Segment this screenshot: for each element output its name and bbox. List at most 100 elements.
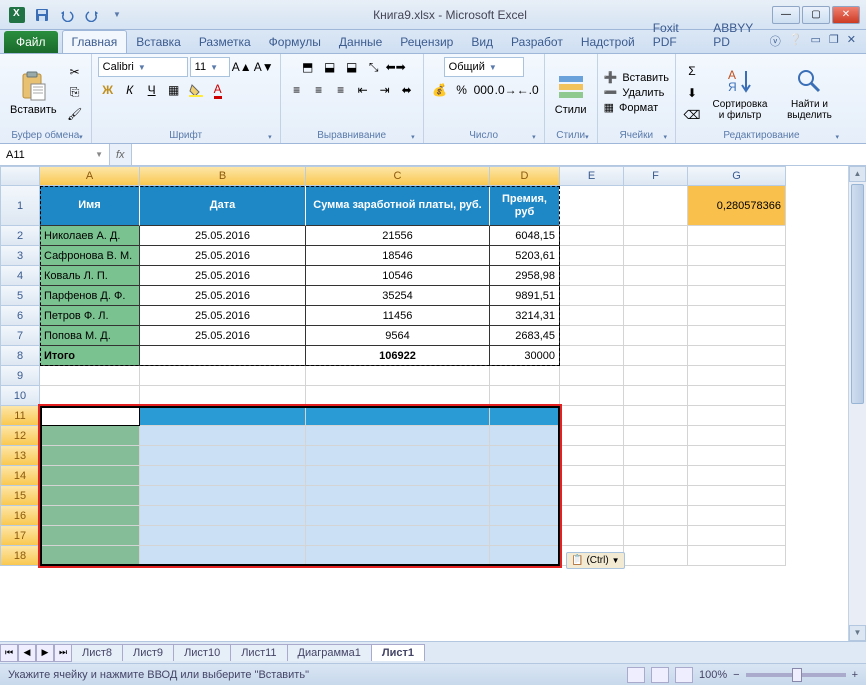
tab-nav-last[interactable]: ⏭ — [54, 644, 72, 662]
col-header-g[interactable]: G — [688, 166, 786, 186]
help-icon[interactable]: ❔ — [789, 33, 803, 49]
tab-nav-prev[interactable]: ◀ — [18, 644, 36, 662]
view-pagebreak-icon[interactable] — [675, 667, 693, 683]
cell-e1[interactable] — [560, 186, 624, 226]
align-center-icon[interactable]: ≡ — [309, 80, 329, 100]
cell-f1[interactable] — [624, 186, 688, 226]
align-bottom-icon[interactable]: ⬓ — [342, 57, 362, 77]
align-right-icon[interactable]: ≡ — [331, 80, 351, 100]
tab-review[interactable]: Рецензир — [391, 31, 462, 53]
italic-button[interactable]: К — [120, 80, 140, 100]
sheet-tab-active[interactable]: Лист1 — [371, 644, 425, 661]
select-all-button[interactable] — [0, 166, 40, 186]
decrease-indent-icon[interactable]: ⇤ — [353, 80, 373, 100]
view-pagelayout-icon[interactable] — [651, 667, 669, 683]
tab-insert[interactable]: Вставка — [127, 31, 190, 53]
col-header-f[interactable]: F — [624, 166, 688, 186]
mdi-close-icon[interactable]: ✕ — [847, 33, 856, 49]
cell-d1[interactable]: Премия, руб — [490, 186, 560, 226]
font-size-combo[interactable]: 11▼ — [190, 57, 230, 77]
row-header-8[interactable]: 8 — [0, 346, 40, 366]
zoom-out-button[interactable]: − — [733, 669, 739, 681]
clear-button[interactable]: ⌫ — [682, 105, 702, 125]
tab-formulas[interactable]: Формулы — [260, 31, 330, 53]
cell-c2[interactable]: 21556 — [306, 226, 490, 246]
row-header-11[interactable]: 11 — [0, 406, 40, 426]
currency-icon[interactable]: 💰 — [430, 80, 450, 100]
close-button[interactable]: ✕ — [832, 6, 860, 24]
cell-a2[interactable]: Николаев А. Д. — [40, 226, 140, 246]
fx-icon[interactable]: fx — [116, 149, 125, 161]
align-left-icon[interactable]: ≡ — [287, 80, 307, 100]
font-name-combo[interactable]: Calibri▼ — [98, 57, 188, 77]
ribbon-minimize-icon[interactable]: ⓥ — [770, 33, 781, 49]
row-header-5[interactable]: 5 — [0, 286, 40, 306]
col-header-c[interactable]: C — [306, 166, 490, 186]
col-header-e[interactable]: E — [560, 166, 624, 186]
tab-nav-next[interactable]: ▶ — [36, 644, 54, 662]
align-middle-icon[interactable]: ⬓ — [320, 57, 340, 77]
row-header-6[interactable]: 6 — [0, 306, 40, 326]
tab-nav-first[interactable]: ⏮ — [0, 644, 18, 662]
cell-a1[interactable]: Имя — [40, 186, 140, 226]
row-header-2[interactable]: 2 — [0, 226, 40, 246]
insert-button[interactable]: ➕Вставить — [604, 71, 669, 84]
sheet-tab[interactable]: Лист10 — [173, 644, 231, 661]
cell-a11-active[interactable] — [40, 406, 140, 426]
tab-foxit[interactable]: Foxit PDF — [644, 17, 704, 53]
view-normal-icon[interactable] — [627, 667, 645, 683]
underline-button[interactable]: Ч — [142, 80, 162, 100]
row-header-10[interactable]: 10 — [0, 386, 40, 406]
row-header-16[interactable]: 16 — [0, 506, 40, 526]
font-color-button[interactable]: A — [208, 80, 228, 100]
increase-decimal-icon[interactable]: .0→ — [496, 80, 516, 100]
sheet-tab[interactable]: Лист11 — [230, 644, 287, 661]
wrap-text-button[interactable]: ⬅➡ — [386, 57, 406, 77]
tab-developer[interactable]: Разработ — [502, 31, 572, 53]
row-header-14[interactable]: 14 — [0, 466, 40, 486]
scroll-up-icon[interactable]: ▲ — [849, 166, 866, 182]
row-header-3[interactable]: 3 — [0, 246, 40, 266]
cell-a8[interactable]: Итого — [40, 346, 140, 366]
cell-g1[interactable]: 0,280578366 — [688, 186, 786, 226]
row-header-17[interactable]: 17 — [0, 526, 40, 546]
app-icon[interactable] — [6, 4, 28, 26]
tab-home[interactable]: Главная — [62, 30, 128, 53]
format-button[interactable]: ▦Формат — [604, 101, 669, 114]
zoom-slider[interactable] — [746, 673, 846, 677]
copy-button[interactable]: ⎘ — [65, 83, 85, 103]
cell-b2[interactable]: 25.05.2016 — [140, 226, 306, 246]
tab-data[interactable]: Данные — [330, 31, 391, 53]
row-header-13[interactable]: 13 — [0, 446, 40, 466]
percent-icon[interactable]: % — [452, 80, 472, 100]
file-tab[interactable]: Файл — [4, 31, 58, 53]
tab-abbyy[interactable]: ABBYY PD — [704, 17, 770, 53]
cell-d8[interactable]: 30000 — [490, 346, 560, 366]
border-button[interactable]: ▦ — [164, 80, 184, 100]
fill-button[interactable]: ⬇ — [682, 83, 702, 103]
zoom-in-button[interactable]: + — [852, 669, 858, 681]
save-button[interactable] — [31, 4, 53, 26]
merge-button[interactable]: ⬌ — [397, 80, 417, 100]
decrease-decimal-icon[interactable]: ←.0 — [518, 80, 538, 100]
qat-customize-icon[interactable]: ▼ — [106, 4, 128, 26]
delete-button[interactable]: ➖Удалить — [604, 86, 669, 99]
comma-icon[interactable]: 000 — [474, 80, 494, 100]
worksheet[interactable]: A B C D E F G 1 Имя Дата Сумма заработно… — [0, 166, 866, 641]
maximize-button[interactable]: ▢ — [802, 6, 830, 24]
paste-button[interactable]: Вставить — [6, 68, 61, 118]
row-header-9[interactable]: 9 — [0, 366, 40, 386]
zoom-level[interactable]: 100% — [699, 669, 727, 681]
name-box[interactable]: A11▼ — [0, 144, 110, 165]
scroll-thumb[interactable] — [851, 184, 864, 404]
cell-b1[interactable]: Дата — [140, 186, 306, 226]
sheet-tab[interactable]: Лист8 — [71, 644, 123, 661]
row-header-12[interactable]: 12 — [0, 426, 40, 446]
scroll-down-icon[interactable]: ▼ — [849, 625, 866, 641]
sheet-tab[interactable]: Лист9 — [122, 644, 174, 661]
tab-view[interactable]: Вид — [462, 31, 502, 53]
col-header-d[interactable]: D — [490, 166, 560, 186]
sort-filter-button[interactable]: АЯ Сортировка и фильтр — [706, 63, 774, 123]
autosum-button[interactable]: Σ — [682, 61, 702, 81]
row-header-4[interactable]: 4 — [0, 266, 40, 286]
